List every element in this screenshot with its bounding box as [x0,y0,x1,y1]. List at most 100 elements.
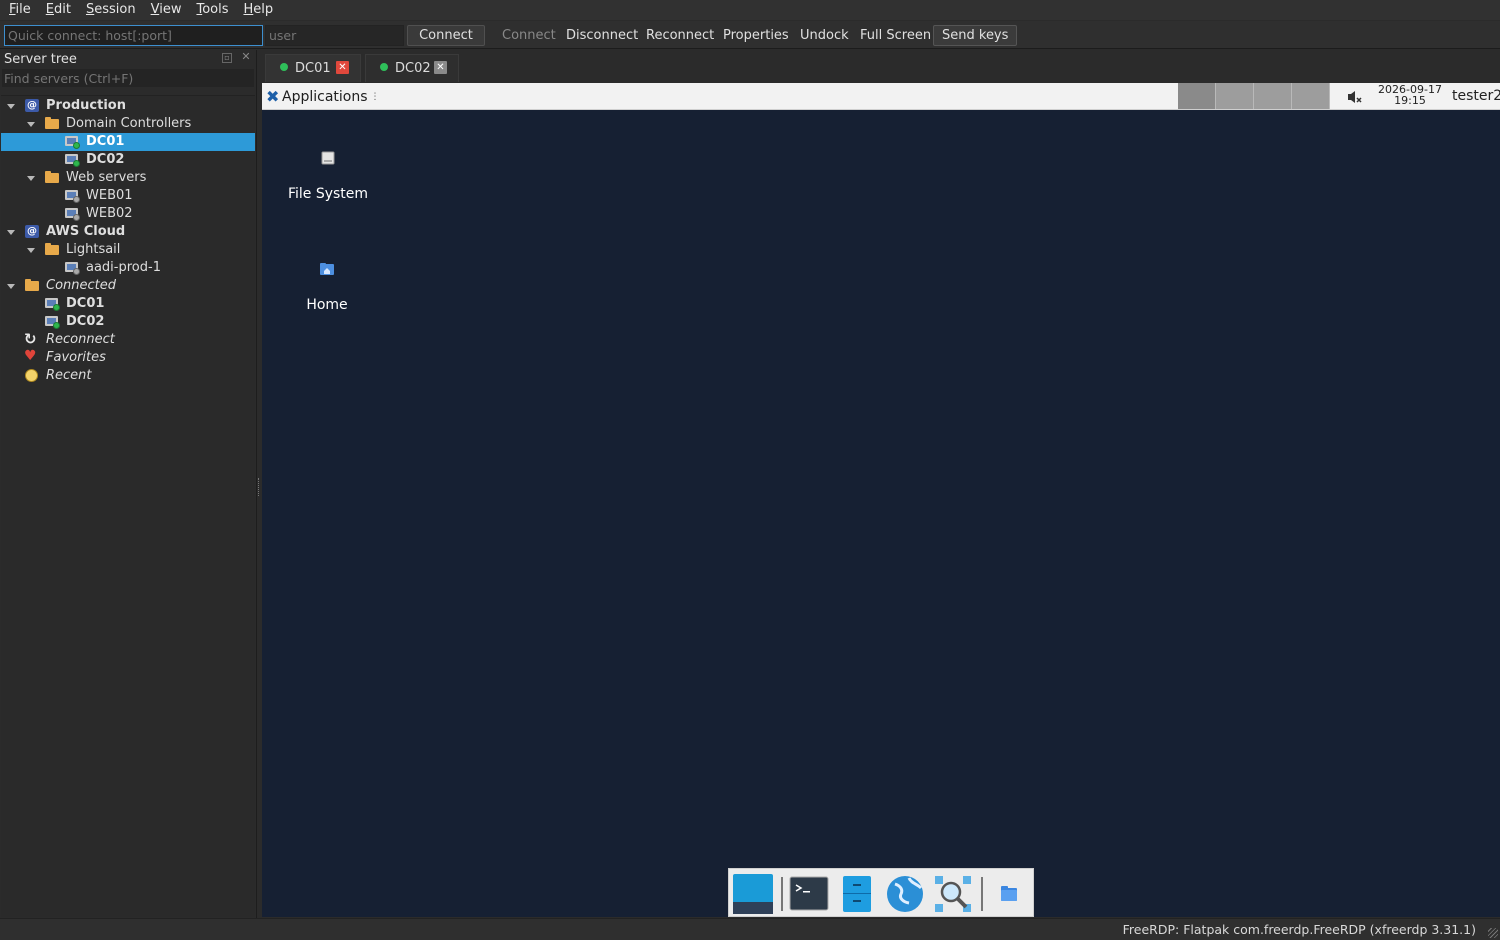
expand-arrow-icon[interactable] [27,176,35,181]
tree-group-connected[interactable]: Connected [1,277,255,295]
desktop-icon-label: File System [287,186,369,202]
tree-folder-web-servers[interactable]: Web servers [1,169,255,187]
applications-menu[interactable]: ✖ Applications ⋮ [266,87,380,107]
tree-label: Recent [46,368,92,383]
resize-grip-icon[interactable] [1488,928,1498,938]
tree-label: DC01 [66,296,105,311]
tree-label: DC01 [86,134,125,149]
menu-session[interactable]: Session [77,0,142,20]
full-screen-action[interactable]: Full Screen [860,25,931,46]
tree-server-web01[interactable]: WEB01 [1,187,255,205]
tree-folder-lightsail[interactable]: Lightsail [1,241,255,259]
folder-icon[interactable] [989,874,1029,914]
tree-connected-dc02[interactable]: DC02 [1,313,255,331]
tree-group-production[interactable]: @ Production [1,97,255,115]
workspace-2[interactable] [1216,83,1254,109]
disconnect-action[interactable]: Disconnect [566,25,638,46]
status-bar: FreeRDP: Flatpak com.freerdp.FreeRDP (xf… [0,918,1500,940]
app-finder-icon[interactable] [933,874,973,914]
server-tree-panel: Server tree ▫ ✕ @ Production Domain Cont… [0,50,257,918]
volume-muted-icon[interactable] [1346,88,1364,106]
tree-folder-domain-controllers[interactable]: Domain Controllers [1,115,255,133]
desktop-icon-file-system[interactable]: File System [268,150,388,202]
panel-splitter[interactable] [258,478,261,496]
workspace-1[interactable] [1178,83,1216,109]
quick-connect-button[interactable]: Connect [407,25,485,46]
tree-server-web02[interactable]: WEB02 [1,205,255,223]
at-icon: @ [25,225,39,238]
expand-arrow-icon[interactable] [7,230,15,235]
tree-label: AWS Cloud [46,224,126,239]
status-text: FreeRDP: Flatpak com.freerdp.FreeRDP (xf… [1122,922,1476,937]
expand-arrow-icon[interactable] [7,104,15,109]
remote-desktop-view[interactable]: ✖ Applications ⋮ 2026-09-17 19:15 tester… [262,83,1500,917]
tree-label: Favorites [46,350,106,365]
tree-server-dc01[interactable]: DC01 [1,133,255,151]
tree-label: Lightsail [66,242,121,257]
tree-label: aadi-prod-1 [86,260,161,275]
menu-view[interactable]: View [142,0,188,20]
expand-arrow-icon[interactable] [27,248,35,253]
disconnected-status-icon [73,196,80,203]
tree-reconnect[interactable]: ↻ Reconnect [1,331,255,349]
undock-action[interactable]: Undock [800,25,849,46]
file-manager-icon[interactable] [837,874,877,914]
connected-folder-icon [25,279,39,291]
panel-clock[interactable]: 2026-09-17 19:15 [1376,84,1444,106]
float-panel-icon[interactable]: ▫ [222,53,232,63]
menu-file[interactable]: File [0,0,37,20]
workspace-3[interactable] [1254,83,1292,109]
at-icon: @ [25,99,39,112]
tab-label: DC02 [395,61,431,76]
panel-user-menu[interactable]: tester2 [1452,88,1500,104]
terminal-icon[interactable] [789,874,829,914]
tree-recent[interactable]: Recent [1,367,255,385]
menu-tools[interactable]: Tools [187,0,234,20]
tree-group-aws-cloud[interactable]: @ AWS Cloud [1,223,255,241]
close-tab-icon[interactable]: ✕ [336,61,349,74]
reconnect-action[interactable]: Reconnect [646,25,714,46]
clock-icon [25,369,38,382]
web-browser-icon[interactable] [885,874,925,914]
tree-label: Reconnect [46,332,115,347]
server-tree: @ Production Domain Controllers DC01 DC0… [1,95,255,917]
disconnected-status-icon [73,268,80,275]
applications-label: Applications [282,89,368,105]
drive-icon [320,150,336,166]
tree-connected-dc01[interactable]: DC01 [1,295,255,313]
close-tab-icon[interactable]: ✕ [434,61,447,74]
send-keys-button[interactable]: Send keys [933,25,1018,46]
menu-edit[interactable]: Edit [37,0,77,20]
connected-status-icon [380,63,388,71]
connect-action[interactable]: Connect [502,25,556,46]
xfce-logo-icon: ✖ [266,87,280,106]
expand-arrow-icon[interactable] [27,122,35,127]
tree-server-dc02[interactable]: DC02 [1,151,255,169]
tab-label: DC01 [295,61,331,76]
connected-status-icon [73,160,80,167]
tree-server-aadi-prod-1[interactable]: aadi-prod-1 [1,259,255,277]
dock-separator [981,877,983,911]
desktop-icon-home[interactable]: Home [267,261,387,313]
tree-label: Web servers [66,170,147,185]
connected-status-icon [53,304,60,311]
tab-dc02[interactable]: DC02 ✕ [365,54,459,82]
user-input[interactable] [265,25,404,46]
close-panel-icon[interactable]: ✕ [241,51,251,63]
connected-status-icon [280,63,288,71]
quick-connect-input[interactable] [4,25,263,46]
show-desktop-icon[interactable] [732,874,773,914]
expand-arrow-icon[interactable] [7,284,15,289]
folder-icon [45,117,59,129]
menu-help[interactable]: Help [234,0,279,20]
tree-label: WEB02 [86,206,133,221]
tree-label: DC02 [86,152,125,167]
tree-favorites[interactable]: ♥ Favorites [1,349,255,367]
properties-action[interactable]: Properties [723,25,789,46]
workspace-4[interactable] [1292,83,1330,109]
toolbar: Connect Connect Disconnect Reconnect Pro… [0,21,1500,49]
dock-separator [781,877,783,911]
find-servers-input[interactable] [1,68,255,88]
tab-dc01[interactable]: DC01 ✕ [265,54,361,82]
folder-icon [45,243,59,255]
